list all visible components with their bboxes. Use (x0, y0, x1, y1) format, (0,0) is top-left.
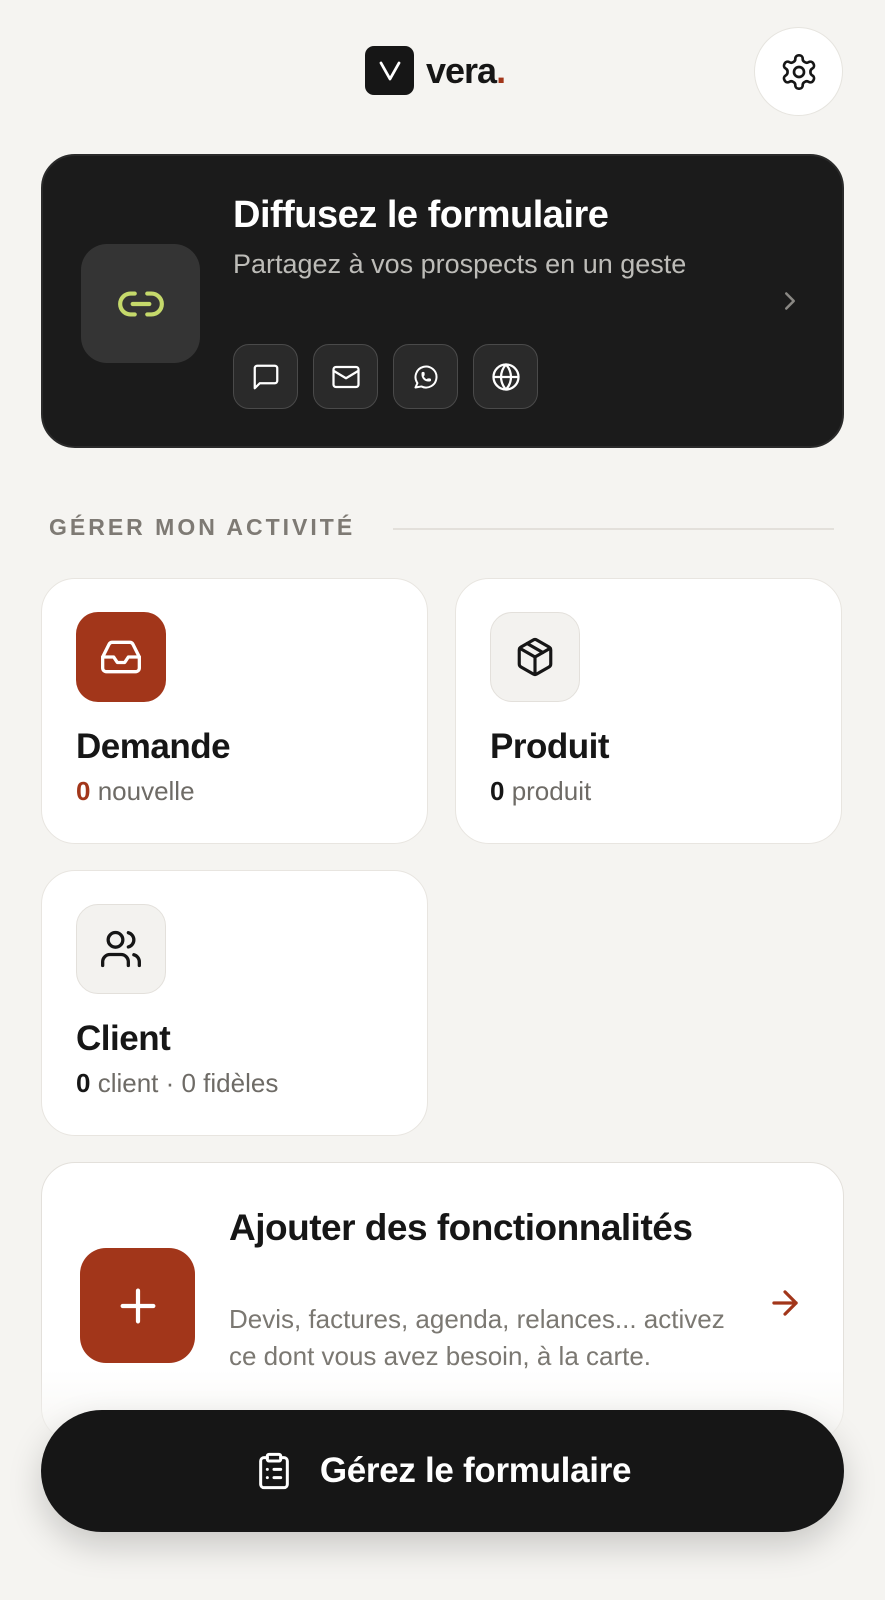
tile-icon-box (490, 612, 580, 702)
settings-button[interactable] (754, 27, 843, 116)
brand-name: vera. (426, 49, 506, 91)
whatsapp-icon (414, 365, 437, 388)
tile-meta: 0 client · 0 fidèles (76, 1068, 279, 1098)
share-card-subtitle: Partagez à vos prospects en un geste (233, 249, 687, 279)
share-sms-button[interactable] (233, 344, 298, 409)
share-link-tile (81, 244, 200, 363)
vera-logo-icon (365, 46, 414, 95)
inbox-icon (101, 640, 141, 674)
users-icon (101, 930, 141, 968)
manage-form-label: Gérez le formulaire (319, 1451, 632, 1490)
add-features-arrow (766, 1284, 804, 1322)
app-header: vera. (0, 0, 885, 150)
tile-meta: 0 produit (490, 776, 592, 806)
add-features-title: Ajouter des fonctionnalités (229, 1207, 693, 1248)
link-icon (117, 291, 164, 316)
arrow-right-icon (772, 1290, 798, 1316)
share-whatsapp-button[interactable] (393, 344, 458, 409)
share-form-card[interactable]: Diffusez le formulaire Partagez à vos pr… (41, 154, 844, 448)
gear-icon (782, 53, 815, 90)
tile-count: 0 (76, 776, 91, 806)
chevron-right-icon (785, 292, 795, 310)
package-icon (517, 637, 553, 677)
mail-icon (331, 365, 360, 388)
tile-client[interactable]: Client 0 client · 0 fidèles (41, 870, 428, 1136)
share-card-title: Diffusez le formulaire (233, 194, 609, 236)
globe-icon (491, 362, 520, 391)
share-web-button[interactable] (473, 344, 538, 409)
clipboard-icon (258, 1452, 289, 1490)
tile-icon-box (76, 904, 166, 994)
section-title: GÉRER MON ACTIVITÉ (49, 514, 356, 540)
share-email-button[interactable] (313, 344, 378, 409)
section-divider (393, 528, 834, 530)
tile-demande[interactable]: Demande 0 nouvelle (41, 578, 428, 844)
tile-title: Produit (490, 727, 609, 766)
plus-icon (120, 1288, 155, 1323)
share-card-chevron (775, 286, 805, 316)
share-actions (233, 344, 538, 409)
manage-form-button[interactable]: Gérez le formulaire (41, 1410, 844, 1532)
tile-title: Client (76, 1019, 171, 1058)
add-icon-box (80, 1248, 195, 1363)
tile-meta: 0 nouvelle (76, 776, 195, 806)
tile-count: 0 (76, 1068, 91, 1098)
message-icon (253, 364, 278, 389)
tile-icon-box (76, 612, 166, 702)
tile-count: 0 (490, 776, 505, 806)
tile-title: Demande (76, 727, 231, 766)
tile-produit[interactable]: Produit 0 produit (455, 578, 842, 844)
brand-logo[interactable]: vera. (365, 46, 506, 95)
add-features-description: Devis, factures, agenda, relances... act… (229, 1304, 725, 1371)
